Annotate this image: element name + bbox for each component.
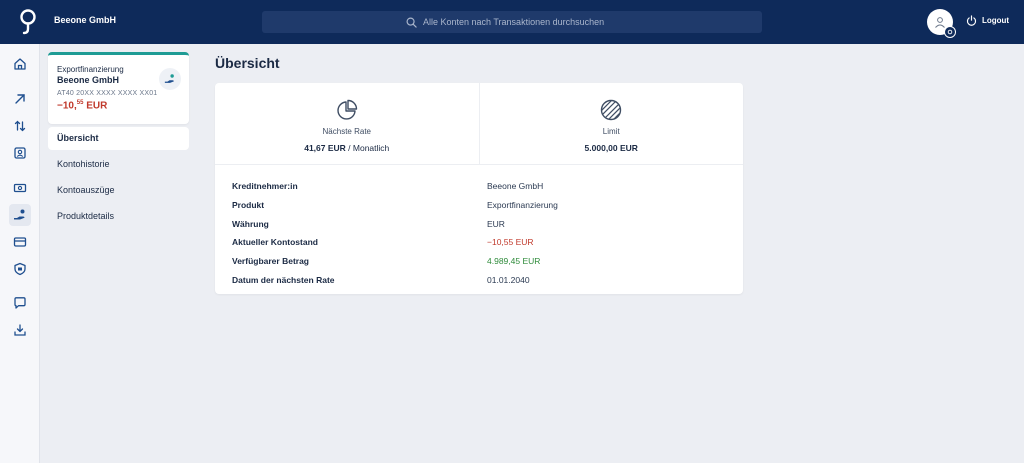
account-iban: AT40 20XX XXXX XXXX XX01: [57, 90, 158, 97]
nav-contacts[interactable]: [9, 142, 31, 164]
user-icon: [935, 17, 945, 28]
home-icon: [14, 58, 26, 70]
company-name: Beeone GmbH: [54, 15, 117, 25]
detail-row: Kreditnehmer:in Beeone GmbH: [232, 177, 743, 196]
top-bar: Beeone GmbH Logout: [0, 0, 1024, 44]
logout-label: Logout: [982, 16, 1010, 25]
detail-row: Währung EUR: [232, 214, 743, 233]
details-list: Kreditnehmer:in Beeone GmbH Produkt Expo…: [215, 165, 743, 289]
account-subnav: Exportfinanzierung Beeone GmbH AT40 20XX…: [48, 52, 189, 228]
nav-home[interactable]: [9, 53, 31, 75]
icon-rail: [0, 44, 40, 463]
overview-card: Nächste Rate 41,67 EUR / Monatlich Limit…: [215, 83, 743, 294]
page-title: Übersicht: [215, 55, 280, 71]
search-input[interactable]: [423, 17, 618, 27]
download-icon: [14, 324, 26, 336]
limit-icon: [601, 99, 622, 121]
search-bar[interactable]: [262, 11, 762, 33]
avatar[interactable]: [927, 9, 956, 38]
tile-label: Limit: [602, 127, 620, 136]
logout-button[interactable]: Logout: [966, 15, 1009, 26]
nav-transfer[interactable]: [9, 88, 31, 110]
detail-value: EUR: [487, 218, 505, 229]
chat-icon: [14, 297, 26, 309]
nav-messages[interactable]: [9, 292, 31, 314]
detail-row: Aktueller Kontostand −10,55 EUR: [232, 233, 743, 252]
search-icon: [406, 17, 417, 28]
tile-limit: Limit 5.000,00 EUR: [478, 83, 744, 164]
detail-label: Kreditnehmer:in: [232, 181, 298, 192]
tile-value: 5.000,00 EUR: [584, 143, 638, 153]
financing-icon: [164, 74, 174, 83]
subnav-item-produktdetails[interactable]: Produktdetails: [48, 205, 189, 228]
account-card[interactable]: Exportfinanzierung Beeone GmbH AT40 20XX…: [48, 52, 189, 124]
detail-row: Verfügbarer Betrag 4.989,45 EUR: [232, 252, 743, 271]
detail-label: Aktueller Kontostand: [232, 237, 318, 248]
subnav-item-uebersicht[interactable]: Übersicht: [48, 127, 189, 150]
security-icon: [14, 262, 26, 276]
tile-next-rate: Nächste Rate 41,67 EUR / Monatlich: [215, 83, 479, 164]
transfer-out-icon: [15, 94, 25, 104]
account-balance: −10,55 EUR: [57, 100, 108, 112]
settings-badge-icon[interactable]: [944, 26, 956, 38]
pie-chart-icon: [337, 99, 357, 120]
nav-downloads[interactable]: [9, 319, 31, 341]
cards-icon: [13, 237, 27, 247]
detail-row: Datum der nächsten Rate 01.01.2040: [232, 270, 743, 289]
swap-icon: [14, 120, 26, 132]
detail-row: Produkt Exportfinanzierung: [232, 196, 743, 215]
detail-label: Währung: [232, 218, 269, 229]
detail-label: Verfügbarer Betrag: [232, 256, 309, 267]
subnav-item-kontohistorie[interactable]: Kontohistorie: [48, 153, 189, 176]
detail-value: −10,55 EUR: [487, 237, 534, 248]
tile-value: 41,67 EUR / Monatlich: [304, 143, 390, 153]
financing-icon: [14, 209, 25, 220]
detail-value: Exportfinanzierung: [487, 200, 558, 211]
nav-cash[interactable]: [9, 177, 31, 199]
tile-label: Nächste Rate: [322, 127, 371, 136]
account-type-icon: [159, 68, 181, 90]
cash-icon: [13, 183, 27, 193]
nav-cards[interactable]: [9, 231, 31, 253]
brand-logo-icon[interactable]: [18, 8, 38, 36]
subnav-item-kontoauszuege[interactable]: Kontoauszüge: [48, 179, 189, 202]
detail-value: Beeone GmbH: [487, 181, 544, 192]
nav-security[interactable]: [9, 258, 31, 280]
contacts-icon: [14, 147, 26, 159]
detail-value: 01.01.2040: [487, 274, 530, 285]
detail-label: Produkt: [232, 200, 265, 211]
power-icon: [966, 15, 977, 26]
detail-value: 4.989,45 EUR: [487, 256, 541, 267]
nav-financing[interactable]: [9, 204, 31, 226]
nav-transactions[interactable]: [9, 115, 31, 137]
detail-label: Datum der nächsten Rate: [232, 274, 335, 285]
